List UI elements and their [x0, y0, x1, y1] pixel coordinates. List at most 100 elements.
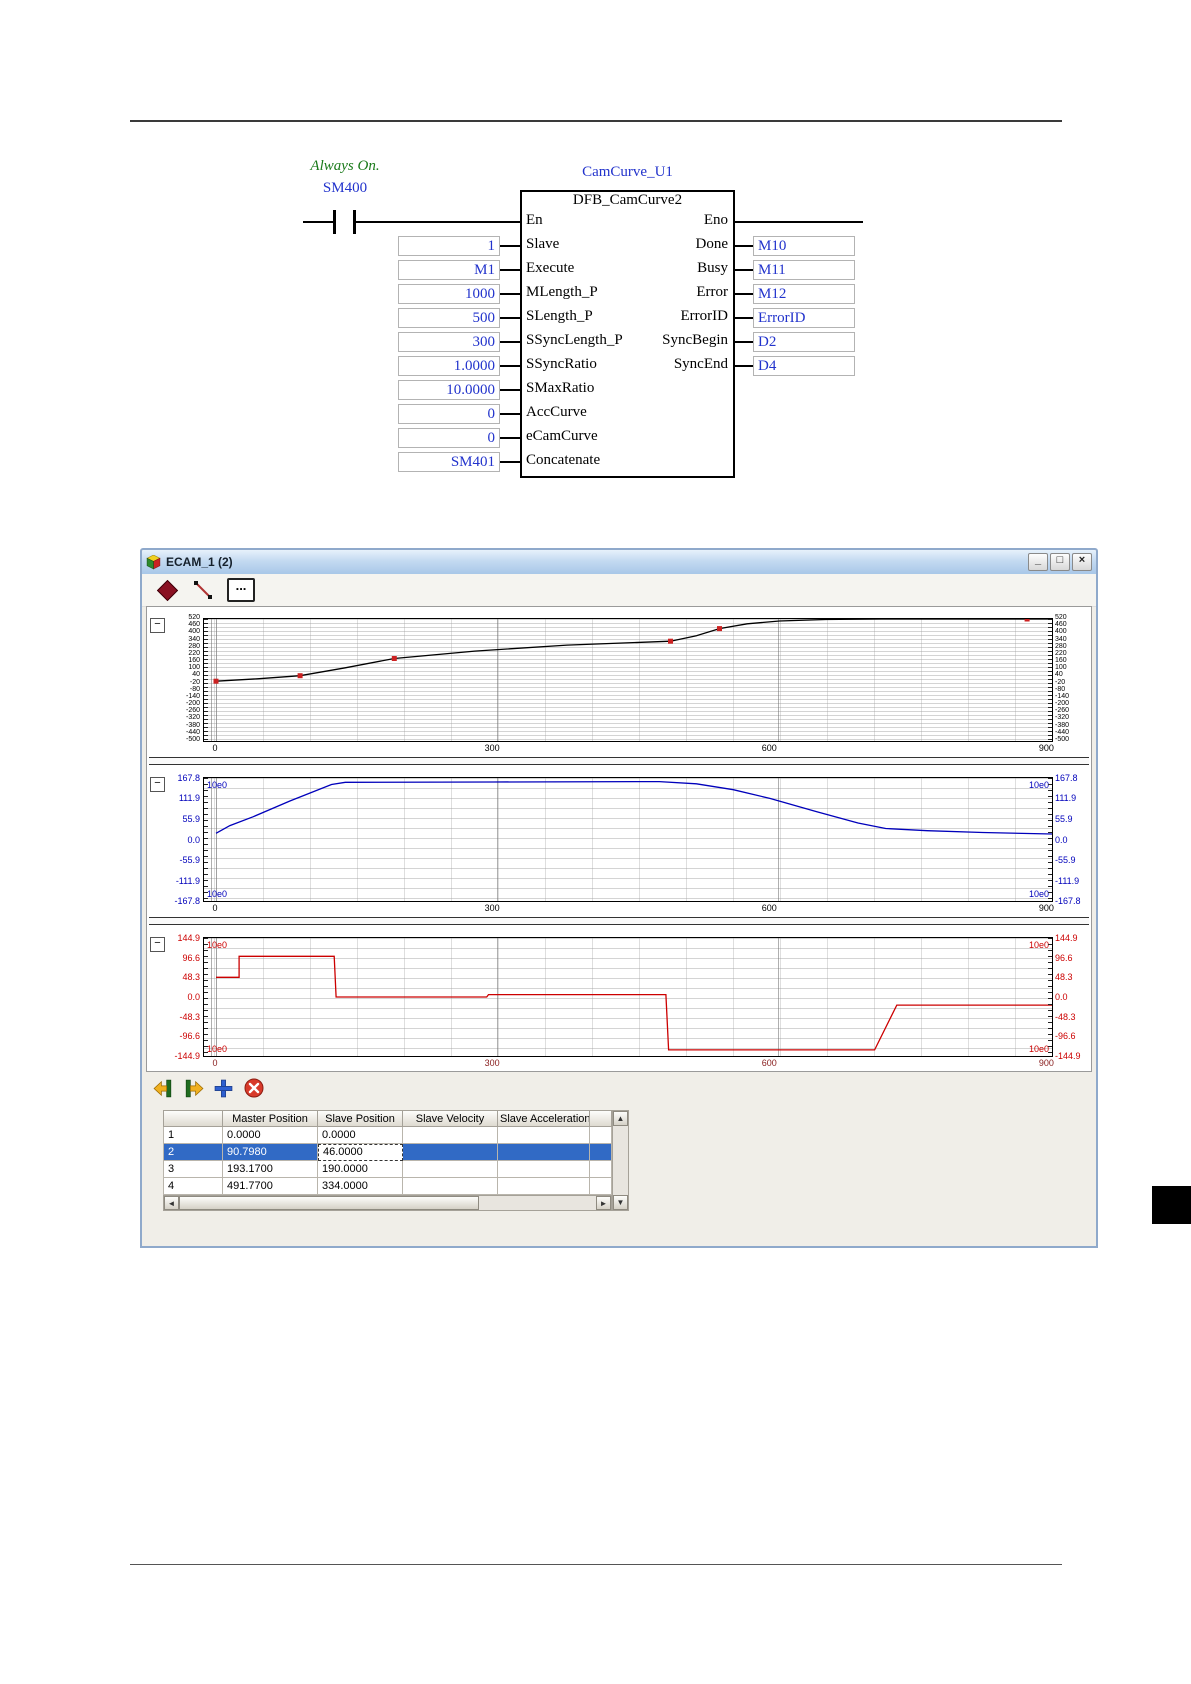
row-number[interactable]: 2 — [163, 1144, 223, 1161]
slave-acceleration-cell[interactable] — [498, 1127, 590, 1144]
x-tick-label: 0 — [212, 743, 218, 753]
y-tick-label: 40 — [192, 671, 200, 679]
column-header-slave-position[interactable]: Slave Position — [318, 1110, 403, 1127]
input-wire-MLength_P — [500, 293, 520, 295]
ladder-diagram: Always On. SM400 CamCurve_U1 DFB_CamCurv… — [0, 150, 1191, 495]
input-pin-Concatenate: Concatenate — [526, 452, 601, 468]
master-position-cell[interactable]: 193.1700 — [223, 1161, 318, 1178]
position-plot[interactable] — [203, 618, 1053, 742]
row-number[interactable]: 4 — [163, 1178, 223, 1195]
scale-note: 10e0 — [1028, 1044, 1049, 1054]
slave-position-cell[interactable]: 334.0000 — [318, 1178, 403, 1195]
delete-point-button[interactable] — [242, 1077, 265, 1100]
output-pin-Error: Error — [696, 284, 728, 300]
position-y-axis-right: 520 460 400 340 280 220 160 100 40 -20 -80 -140 -200… — [1053, 614, 1091, 755]
close-button[interactable]: × — [1072, 553, 1092, 571]
output-value-Done[interactable]: M10 — [753, 236, 855, 256]
y-tick-label: -55.9 — [179, 854, 200, 865]
scroll-up-button[interactable]: ▲ — [613, 1111, 628, 1126]
chart-splitter[interactable] — [149, 757, 1089, 765]
table-vertical-scrollbar[interactable]: ▲ ▼ — [612, 1110, 629, 1211]
column-header-slave-acceleration[interactable]: Slave Acceleration — [498, 1110, 590, 1127]
input-value-Slave[interactable]: 1 — [398, 236, 500, 256]
input-value-Execute[interactable]: M1 — [398, 260, 500, 280]
y-tick-label: 340 — [1055, 635, 1067, 643]
more-options-button[interactable]: ... — [227, 578, 255, 602]
move-point-left-button[interactable] — [152, 1077, 175, 1100]
y-tick-label: 0.0 — [1055, 992, 1068, 1002]
y-tick-label: 167.8 — [177, 773, 200, 783]
move-point-right-button[interactable] — [182, 1077, 205, 1100]
y-tick-label: -320 — [1055, 714, 1070, 722]
line-tool-icon[interactable] — [193, 580, 213, 600]
scrollbar-thumb[interactable] — [179, 1196, 479, 1210]
slave-position-cell[interactable]: 0.0000 — [318, 1127, 403, 1144]
velocity-y-axis-left: 167.8 111.9 55.9 0.0 -55.9 -111.9 -167.8 — [147, 773, 203, 915]
y-tick-label: -140 — [185, 692, 200, 700]
scroll-down-button[interactable]: ▼ — [613, 1195, 628, 1210]
collapse-velocity-chart-button[interactable]: − — [150, 777, 165, 792]
column-header-slave-velocity[interactable]: Slave Velocity — [403, 1110, 498, 1127]
output-value-Busy[interactable]: M11 — [753, 260, 855, 280]
input-value-SMaxRatio[interactable]: 10.0000 — [398, 380, 500, 400]
table-row-3[interactable]: 3 193.1700 190.0000 — [163, 1161, 612, 1178]
slave-velocity-cell[interactable] — [403, 1127, 498, 1144]
output-value-SyncEnd[interactable]: D4 — [753, 356, 855, 376]
scroll-left-button[interactable]: ◄ — [164, 1196, 179, 1210]
output-value-SyncBegin[interactable]: D2 — [753, 332, 855, 352]
table-row-1[interactable]: 1 0.0000 0.0000 — [163, 1127, 612, 1144]
input-value-Concatenate[interactable]: SM401 — [398, 452, 500, 472]
column-header[interactable] — [163, 1110, 223, 1127]
slave-position-cell[interactable]: 190.0000 — [318, 1161, 403, 1178]
row-number[interactable]: 1 — [163, 1127, 223, 1144]
ecam-window: ECAM_1 (2) _ □ × ... − 520 460 400 340 280 22… — [140, 548, 1098, 1248]
point-tool-diamond-icon[interactable] — [156, 579, 179, 601]
output-value-Error[interactable]: M12 — [753, 284, 855, 304]
column-header[interactable] — [590, 1110, 612, 1127]
master-position-cell[interactable]: 0.0000 — [223, 1127, 318, 1144]
window-titlebar[interactable]: ECAM_1 (2) _ □ × — [142, 550, 1096, 575]
acceleration-plot[interactable]: 10e0 10e0 10e0 10e0 — [203, 937, 1053, 1057]
collapse-acceleration-chart-button[interactable]: − — [150, 937, 165, 952]
scroll-right-button[interactable]: ► — [596, 1196, 611, 1210]
slave-position-cell[interactable]: 46.0000 — [318, 1144, 403, 1161]
slave-acceleration-cell[interactable] — [498, 1161, 590, 1178]
input-value-SLength_P[interactable]: 500 — [398, 308, 500, 328]
velocity-plot[interactable]: 10e0 10e0 10e0 10e0 — [203, 777, 1053, 902]
y-tick-label: 144.9 — [177, 933, 200, 943]
slave-acceleration-cell[interactable] — [498, 1178, 590, 1195]
collapse-position-chart-button[interactable]: − — [150, 618, 165, 633]
slave-velocity-cell[interactable] — [403, 1161, 498, 1178]
input-value-eCamCurve[interactable]: 0 — [398, 428, 500, 448]
slave-velocity-cell[interactable] — [403, 1178, 498, 1195]
input-value-AccCurve[interactable]: 0 — [398, 404, 500, 424]
scale-note: 10e0 — [207, 940, 228, 950]
column-header-master-position[interactable]: Master Position — [223, 1110, 318, 1127]
output-value-ErrorID[interactable]: ErrorID — [753, 308, 855, 328]
add-point-button[interactable] — [212, 1077, 235, 1100]
ecam-cube-icon — [146, 554, 161, 569]
position-y-axis-left: 520 460 400 340 280 220 160 100 40 -20 -80 -140 -200… — [147, 614, 203, 755]
maximize-button[interactable]: □ — [1050, 553, 1070, 571]
table-row-2[interactable]: 2 90.7980 46.0000 — [163, 1144, 612, 1161]
velocity-chart-panel: − 167.8 111.9 55.9 0.0 -55.9 -111.9 -167.8 10e… — [147, 767, 1091, 915]
input-value-SSyncLength_P[interactable]: 300 — [398, 332, 500, 352]
master-position-cell[interactable]: 90.7980 — [223, 1144, 318, 1161]
contact-bar-left[interactable] — [333, 210, 336, 234]
y-tick-label: -111.9 — [175, 875, 200, 886]
minimize-button[interactable]: _ — [1028, 553, 1048, 571]
y-tick-label: 48.3 — [1055, 972, 1073, 983]
row-number[interactable]: 3 — [163, 1161, 223, 1178]
y-tick-label: -144.9 — [174, 1051, 200, 1061]
table-horizontal-scrollbar[interactable]: ◄ ► — [163, 1195, 612, 1211]
master-position-cell[interactable]: 491.7700 — [223, 1178, 318, 1195]
arrow-left-door-icon — [153, 1079, 172, 1097]
table-row-4[interactable]: 4 491.7700 334.0000 — [163, 1178, 612, 1195]
input-value-SSyncRatio[interactable]: 1.0000 — [398, 356, 500, 376]
x-tick-label: 300 — [484, 743, 500, 753]
chart-splitter[interactable] — [149, 917, 1089, 925]
slave-acceleration-cell[interactable] — [498, 1144, 590, 1161]
input-value-MLength_P[interactable]: 1000 — [398, 284, 500, 304]
slave-velocity-cell[interactable] — [403, 1144, 498, 1161]
rung-comment: Always On. — [310, 158, 380, 174]
